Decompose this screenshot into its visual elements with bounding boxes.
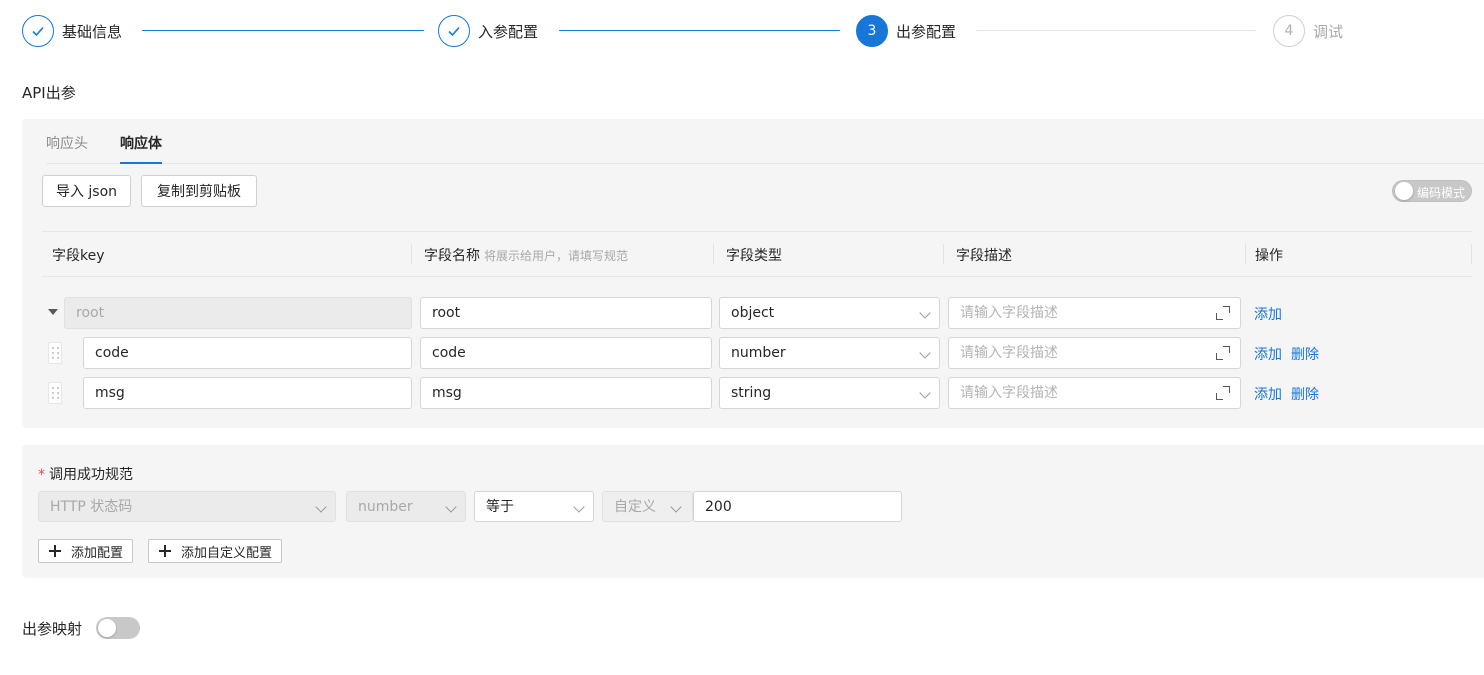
output-mapping-switch[interactable] (96, 617, 140, 639)
chevron-down-icon (919, 307, 931, 319)
rule-mode-select: 自定义 (602, 491, 693, 522)
chevron-down-icon (919, 387, 931, 399)
rule-value-input[interactable]: 200 (693, 491, 902, 522)
rule-value-type-select: number (346, 491, 466, 522)
add-custom-config-button[interactable]: 添加自定义配置 (148, 539, 283, 563)
chevron-down-icon (315, 501, 327, 513)
step-input-config[interactable]: 入参配置 (438, 14, 538, 48)
step-title: 调试 (1313, 22, 1344, 41)
chevron-down-icon (445, 501, 457, 513)
success-rule-panel: * 调用成功规范 HTTP 状态码 number 等于 自定义 200 添加配置 … (22, 445, 1484, 578)
required-mark: * (38, 467, 45, 483)
field-type-select[interactable]: string (719, 377, 940, 409)
field-key-input[interactable]: msg (83, 377, 412, 409)
add-child-link[interactable]: 添加 (1254, 304, 1282, 324)
column-divider (411, 244, 412, 264)
field-key-input[interactable]: code (83, 337, 412, 369)
rule-source-select: HTTP 状态码 (38, 491, 336, 522)
column-divider (1471, 244, 1472, 264)
response-panel: 响应头 响应体 导入 json 复制到剪贴板 编码模式 字段key 字段名称 将展… (22, 119, 1484, 428)
column-divider (713, 244, 714, 264)
switch-knob (1395, 182, 1413, 200)
step-basic-info[interactable]: 基础信息 (22, 14, 122, 48)
column-name-hint: 将展示给用户，请填写规范 (484, 249, 629, 263)
code-mode-label: 编码模式 (1417, 186, 1466, 200)
chevron-down-icon (670, 501, 682, 513)
field-type-select[interactable]: number (719, 337, 940, 369)
expand-icon[interactable] (1216, 386, 1230, 400)
chevron-down-icon (573, 501, 585, 513)
step-output-config[interactable]: 3 出参配置 (856, 14, 956, 48)
check-icon (22, 15, 54, 47)
table-header: 字段key 字段名称 将展示给用户，请填写规范 字段类型 字段描述 操作 (42, 231, 1472, 277)
tab-response-body[interactable]: 响应体 (120, 133, 162, 153)
column-header-key: 字段key (52, 248, 105, 264)
switch-knob (98, 619, 116, 637)
delete-row-link[interactable]: 删除 (1291, 344, 1319, 364)
plus-icon (159, 545, 171, 557)
step-debug[interactable]: 4 调试 (1273, 14, 1343, 48)
copy-clipboard-button[interactable]: 复制到剪贴板 (141, 175, 257, 207)
import-json-button[interactable]: 导入 json (42, 175, 131, 207)
step-connector (977, 30, 1255, 31)
step-connector (559, 30, 840, 31)
tab-ink-bar (120, 162, 162, 164)
column-header-type: 字段类型 (726, 248, 782, 264)
column-header-name: 字段名称 将展示给用户，请填写规范 (424, 248, 629, 264)
column-divider (1245, 244, 1246, 264)
field-desc-input[interactable]: 请输入字段描述 (948, 377, 1241, 409)
delete-row-link[interactable]: 删除 (1291, 384, 1319, 404)
drag-handle-icon[interactable] (48, 382, 62, 404)
chevron-down-icon (919, 347, 931, 359)
column-header-desc: 字段描述 (956, 248, 1012, 264)
step-title: 入参配置 (478, 22, 539, 41)
step-title: 基础信息 (62, 22, 123, 41)
rule-operator-select[interactable]: 等于 (474, 491, 594, 522)
step-title: 出参配置 (896, 22, 957, 41)
code-mode-switch[interactable]: 编码模式 (1392, 180, 1472, 202)
add-child-link[interactable]: 添加 (1254, 344, 1282, 364)
output-mapping-label: 出参映射 (22, 620, 83, 638)
column-header-ops: 操作 (1255, 248, 1283, 264)
step-connector (142, 30, 424, 31)
drag-handle-icon[interactable] (48, 342, 62, 364)
add-child-link[interactable]: 添加 (1254, 384, 1282, 404)
add-config-button[interactable]: 添加配置 (38, 539, 134, 563)
field-name-input[interactable]: root (420, 297, 712, 329)
steps-bar: 基础信息 入参配置 3 出参配置 4 调试 (22, 14, 1462, 48)
check-icon (438, 15, 470, 47)
expand-icon[interactable] (1216, 346, 1230, 360)
tab-response-header[interactable]: 响应头 (46, 133, 88, 153)
field-key-input: root (64, 297, 412, 329)
expand-icon[interactable] (1216, 306, 1230, 320)
field-desc-input[interactable]: 请输入字段描述 (948, 297, 1241, 329)
field-desc-input[interactable]: 请输入字段描述 (948, 337, 1241, 369)
collapse-caret-icon[interactable] (48, 309, 58, 315)
plus-icon (49, 545, 61, 557)
field-name-input[interactable]: code (420, 337, 712, 369)
field-name-input[interactable]: msg (420, 377, 712, 409)
column-divider (943, 244, 944, 264)
step-number: 3 (856, 15, 888, 47)
field-type-select[interactable]: object (719, 297, 940, 329)
step-number: 4 (1273, 15, 1305, 47)
section-title: API出参 (22, 84, 76, 102)
tab-bar: 响应头 响应体 (46, 119, 1484, 164)
success-rule-label: * 调用成功规范 (38, 467, 133, 483)
